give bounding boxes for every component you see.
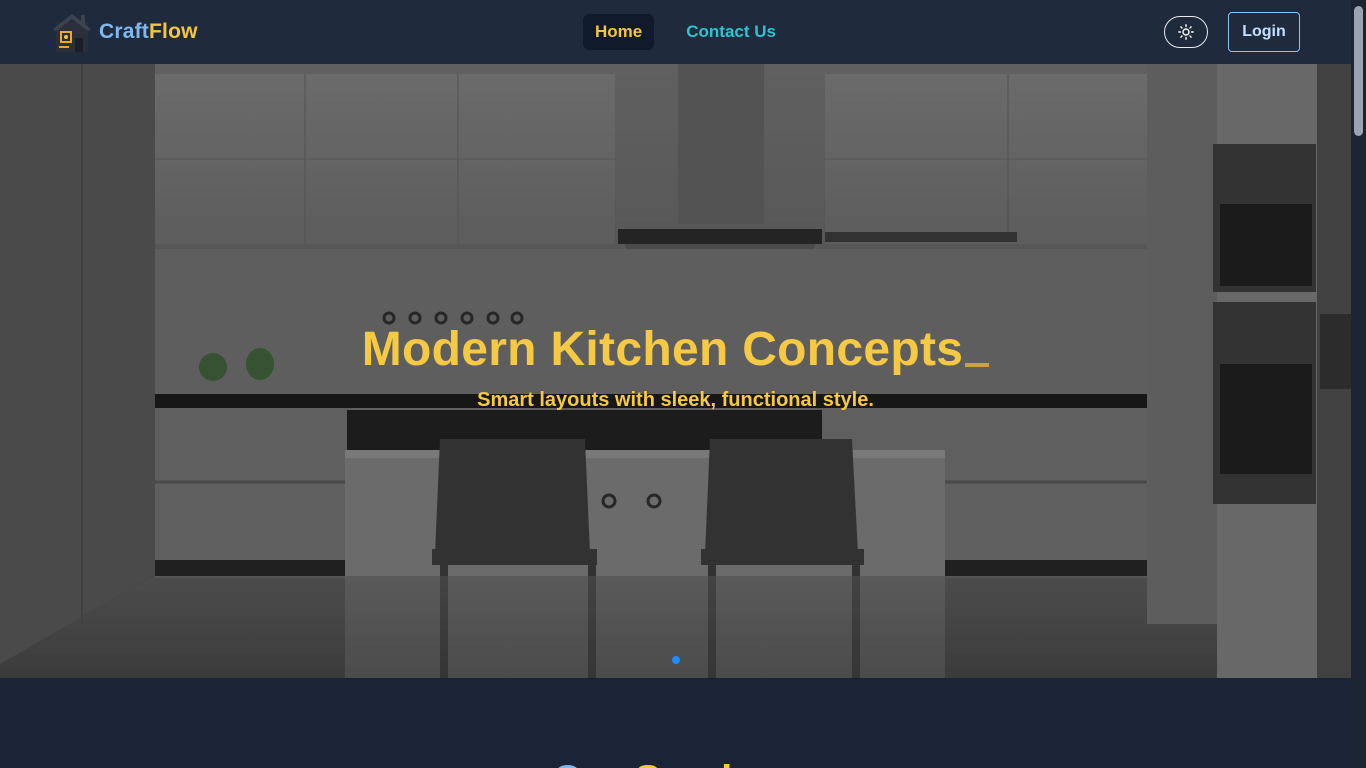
- brand-name-part1: Craft: [99, 20, 150, 43]
- top-navbar: CraftFlow Home Contact Us Login: [0, 0, 1351, 64]
- brand[interactable]: CraftFlow: [53, 12, 198, 52]
- services-heading: Our Services: [0, 760, 1351, 768]
- nav-contact-link[interactable]: Contact Us: [674, 14, 788, 50]
- services-section: [0, 678, 1351, 768]
- brand-name-part2: Flow: [149, 20, 198, 43]
- typing-cursor: [965, 363, 990, 367]
- house-logo-icon: [53, 14, 91, 52]
- login-button[interactable]: Login: [1228, 12, 1300, 52]
- theme-toggle-button[interactable]: [1164, 16, 1208, 48]
- nav-home-link[interactable]: Home: [583, 14, 655, 50]
- hero-title: Modern Kitchen Concepts: [0, 322, 1351, 377]
- page-scrollbar[interactable]: [1351, 0, 1366, 768]
- hero-carousel: Modern Kitchen Concepts Smart layouts wi…: [0, 64, 1351, 678]
- brand-name: CraftFlow: [99, 20, 198, 44]
- hero-subtitle: Smart layouts with sleek, functional sty…: [477, 389, 874, 411]
- scrollbar-thumb[interactable]: [1354, 6, 1363, 136]
- hero-title-text: Modern Kitchen Concepts: [361, 323, 964, 376]
- sun-icon: [1178, 24, 1194, 40]
- services-heading-part2: Services: [634, 758, 799, 768]
- services-heading-part1: Our: [552, 758, 623, 768]
- nav-links: Home Contact Us: [583, 14, 788, 50]
- carousel-dot-1[interactable]: [671, 656, 680, 664]
- carousel-dots: [0, 656, 1351, 664]
